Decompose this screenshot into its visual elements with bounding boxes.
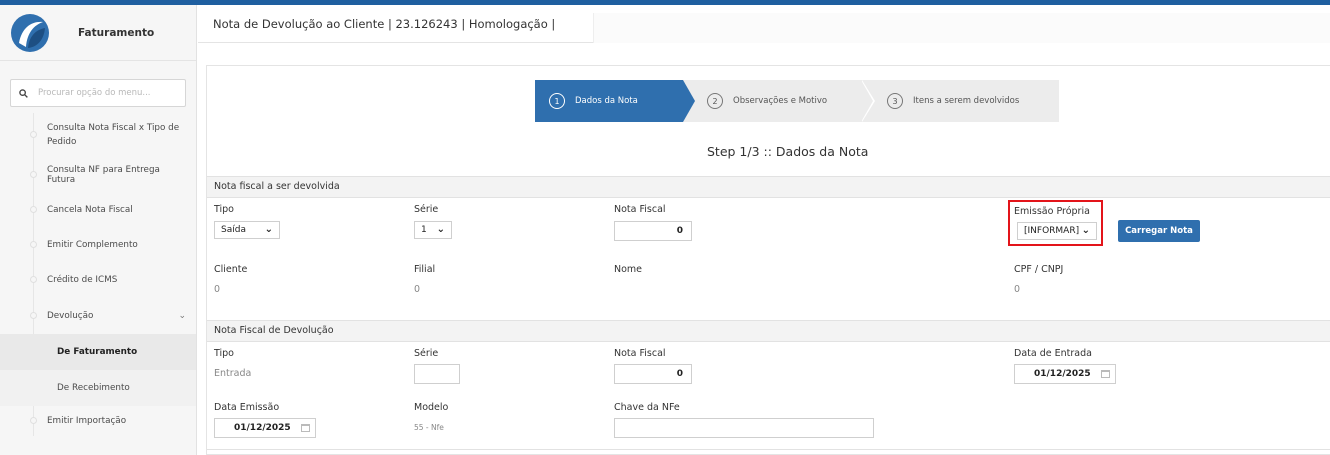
app-logo-icon [10, 13, 50, 53]
sidebar-item-label: Crédito de ICMS [47, 274, 118, 285]
calendar-icon[interactable] [1101, 370, 1110, 378]
devolucao-nota-fiscal-input[interactable]: 0 [614, 364, 692, 384]
wizard-step-2[interactable]: 2 Observações e Motivo [683, 80, 875, 122]
tipo-select[interactable]: Saída ⌄ [214, 221, 280, 239]
devolucao-tipo-value: Entrada [214, 368, 252, 379]
devolucao-tipo-label: Tipo [214, 348, 234, 359]
menu-search-box[interactable] [10, 79, 186, 107]
chave-nfe-label: Chave da NFe [614, 402, 680, 413]
calendar-icon[interactable] [301, 424, 310, 432]
devolucao-nota-fiscal-label: Nota Fiscal [614, 348, 666, 359]
carregar-nota-button[interactable]: Carregar Nota [1118, 220, 1200, 242]
data-emissao-input[interactable]: 01/12/2025 [214, 418, 316, 438]
step-number: 1 [549, 93, 565, 109]
sidebar-item-emitir-complemento[interactable]: Emitir Complemento [0, 227, 196, 262]
sidebar-item-de-recebimento[interactable]: De Recebimento [0, 370, 196, 406]
serie-select[interactable]: 1 ⌄ [414, 221, 452, 239]
main-content: Nota de Devolução ao Cliente | 23.126243… [198, 5, 1330, 455]
chevron-down-icon: ⌄ [436, 224, 445, 235]
sidebar-item-label: Consulta Nota Fiscal x Tipo de Pedido [47, 123, 180, 147]
sidebar-item-credito-icms[interactable]: Crédito de ICMS [0, 262, 196, 297]
sidebar-item-label: Devolução [47, 310, 94, 321]
tipo-label: Tipo [214, 204, 234, 215]
chevron-down-icon: ⌄ [264, 224, 273, 235]
step-number: 3 [887, 93, 903, 109]
cpf-cnpj-value: 0 [1014, 284, 1021, 295]
modelo-value: 55 - Nfe [414, 423, 444, 432]
sidebar: Faturamento Consulta Nota Fiscal x Tipo … [0, 5, 197, 455]
sidebar-item-cancela-nota-fiscal[interactable]: Cancela Nota Fiscal [0, 192, 196, 227]
sidebar-item-consulta-nf-entrega-futura[interactable]: Consulta NF para Entrega Futura [0, 157, 196, 192]
sidebar-item-label: Consulta NF para Entrega Futura [47, 164, 160, 185]
filial-value: 0 [414, 284, 421, 295]
sidebar-item-emitir-importacao[interactable]: Emitir Importação [0, 406, 196, 436]
sidebar-item-devolucao[interactable]: Devolução ⌄ [0, 297, 196, 334]
step-label: Itens a serem devolvidos [913, 96, 1020, 106]
sidebar-item-label: De Faturamento [57, 347, 138, 357]
step-number: 2 [707, 93, 723, 109]
chevron-down-icon: ⌄ [178, 310, 186, 321]
devolucao-serie-input[interactable] [414, 364, 460, 384]
app-title: Faturamento [78, 26, 155, 39]
sidebar-item-label: Cancela Nota Fiscal [47, 204, 133, 215]
data-emissao-label: Data Emissão [214, 402, 280, 413]
wizard-step-3[interactable]: 3 Itens a serem devolvidos [861, 80, 1059, 122]
highlight-box [1008, 200, 1103, 246]
modelo-label: Modelo [414, 402, 449, 413]
cliente-value: 0 [214, 284, 221, 295]
wizard-step-1[interactable]: 1 Dados da Nota [535, 80, 695, 122]
form-panel: 1 Dados da Nota 2 Observações e Motivo 3… [206, 65, 1330, 455]
data-entrada-label: Data de Entrada [1014, 348, 1092, 359]
nota-fiscal-input[interactable]: 0 [614, 221, 692, 241]
sidebar-item-de-faturamento[interactable]: De Faturamento [0, 334, 196, 370]
step-label: Observações e Motivo [733, 96, 828, 106]
sidebar-item-label: Emitir Importação [47, 416, 127, 426]
tab-title[interactable]: Nota de Devolução ao Cliente | 23.126243… [213, 17, 555, 31]
sidebar-menu: Consulta Nota Fiscal x Tipo de Pedido Co… [0, 113, 196, 436]
nota-fiscal-label: Nota Fiscal [614, 204, 666, 215]
devolucao-serie-label: Série [414, 348, 439, 359]
data-entrada-input[interactable]: 01/12/2025 [1014, 364, 1116, 384]
sidebar-item-consulta-nf-tipo-pedido[interactable]: Consulta Nota Fiscal x Tipo de Pedido [0, 113, 196, 157]
step-label: Dados da Nota [575, 96, 638, 106]
serie-label: Série [414, 204, 439, 215]
sidebar-item-label: De Recebimento [57, 383, 130, 393]
cpf-cnpj-label: CPF / CNPJ [1014, 264, 1064, 275]
section-nf-devolucao-header: Nota Fiscal de Devolução [207, 320, 1330, 342]
search-icon [19, 88, 28, 98]
chave-nfe-input[interactable] [614, 418, 874, 438]
cliente-label: Cliente [214, 264, 248, 275]
section-nf-devolvida-header: Nota fiscal a ser devolvida [207, 176, 1330, 198]
step-title: Step 1/3 :: Dados da Nota [707, 144, 869, 159]
filial-label: Filial [414, 264, 436, 275]
sidebar-header: Faturamento [0, 5, 196, 61]
menu-search-input[interactable] [38, 88, 178, 98]
nome-label: Nome [614, 264, 643, 275]
wizard-steps: 1 Dados da Nota 2 Observações e Motivo 3… [535, 80, 1059, 122]
sidebar-item-label: Emitir Complemento [47, 239, 138, 250]
